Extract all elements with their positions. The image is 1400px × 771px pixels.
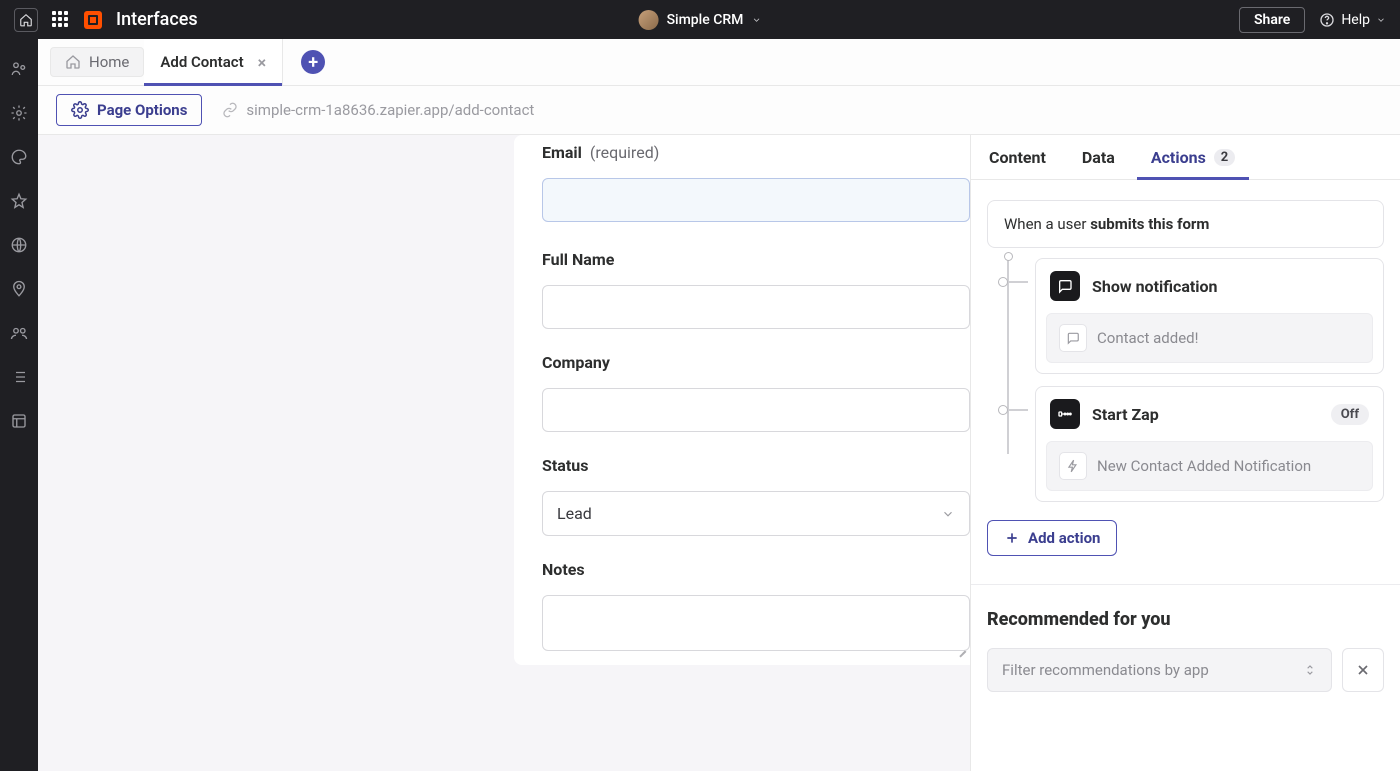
- action2-status-pill: Off: [1331, 404, 1369, 425]
- app-title: Interfaces: [116, 9, 198, 30]
- recommended-heading: Recommended for you: [987, 609, 1384, 630]
- company-label: Company: [542, 353, 610, 372]
- page-tabstrip: Home Add Contact × +: [38, 39, 1400, 86]
- filter-placeholder: Filter recommendations by app: [1002, 661, 1209, 679]
- project-selector[interactable]: Simple CRM: [639, 10, 762, 30]
- flow-line-icon: [1007, 258, 1009, 454]
- message-icon: [1059, 324, 1087, 352]
- email-input[interactable]: [542, 178, 970, 222]
- apps-grid-icon[interactable]: [52, 11, 70, 29]
- action-card-notification[interactable]: Show notification Contact added!: [1035, 258, 1384, 374]
- notes-textarea[interactable]: [542, 595, 970, 651]
- action2-detail-text: New Contact Added Notification: [1097, 457, 1311, 475]
- sort-icon: [1303, 663, 1317, 677]
- tab-add-contact[interactable]: Add Contact ×: [144, 39, 283, 85]
- bolt-icon: [1059, 452, 1087, 480]
- tab-active-label: Add Contact: [160, 53, 243, 71]
- action-card-start-zap[interactable]: Start Zap Off New Contact Added Notifica…: [1035, 386, 1384, 502]
- right-panel-tabs: Content Data Actions 2: [971, 135, 1400, 180]
- tab-close-icon[interactable]: ×: [258, 53, 267, 72]
- recommendations-filter[interactable]: Filter recommendations by app: [987, 648, 1332, 692]
- rail-globe-icon[interactable]: [9, 235, 29, 255]
- rail-gear-icon[interactable]: [9, 103, 29, 123]
- add-action-label: Add action: [1028, 529, 1100, 547]
- add-action-button[interactable]: Add action: [987, 520, 1117, 556]
- tab-home[interactable]: Home: [50, 47, 144, 77]
- share-button[interactable]: Share: [1239, 7, 1305, 33]
- rail-palette-icon[interactable]: [9, 147, 29, 167]
- chevron-down-icon: [941, 507, 955, 521]
- rp-tab-content[interactable]: Content: [989, 135, 1046, 179]
- side-rail: [0, 39, 38, 771]
- gear-icon: [71, 101, 89, 119]
- fullname-label: Full Name: [542, 250, 614, 269]
- chevron-down-icon: [751, 15, 761, 25]
- notification-icon: [1050, 271, 1080, 301]
- trigger-prefix: When a user: [1004, 215, 1090, 233]
- project-avatar-icon: [639, 10, 659, 30]
- rail-star-icon[interactable]: [9, 191, 29, 211]
- recommendations-close-button[interactable]: [1342, 648, 1384, 692]
- help-icon: [1319, 12, 1335, 28]
- rail-users-icon[interactable]: [9, 323, 29, 343]
- fullname-input[interactable]: [542, 285, 970, 329]
- action1-detail-text: Contact added!: [1097, 329, 1199, 347]
- close-icon: [1355, 662, 1371, 678]
- action1-detail-row: Contact added!: [1046, 313, 1373, 363]
- email-label: Email: [542, 143, 582, 162]
- rail-layout-icon[interactable]: [9, 411, 29, 431]
- status-value: Lead: [557, 504, 592, 523]
- page-options-button[interactable]: Page Options: [56, 94, 202, 126]
- home-icon: [65, 54, 81, 70]
- canvas[interactable]: Email (required) Full Name Company: [38, 135, 970, 771]
- project-name: Simple CRM: [667, 12, 744, 28]
- help-label: Help: [1341, 12, 1370, 28]
- status-label: Status: [542, 456, 588, 475]
- page-options-label: Page Options: [97, 101, 187, 119]
- page-options-row: Page Options simple-crm-1a8636.zapier.ap…: [38, 86, 1400, 135]
- chevron-down-icon: [1376, 15, 1386, 25]
- action2-title: Start Zap: [1092, 405, 1319, 424]
- rail-list-icon[interactable]: [9, 367, 29, 387]
- rail-pin-icon[interactable]: [9, 279, 29, 299]
- trigger-card[interactable]: When a user submits this form: [987, 200, 1384, 248]
- right-panel: Content Data Actions 2 When a user submi…: [970, 135, 1400, 771]
- rp-tab-actions[interactable]: Actions 2: [1151, 135, 1235, 179]
- action2-detail-row: New Contact Added Notification: [1046, 441, 1373, 491]
- top-bar: Interfaces Simple CRM Share Help: [0, 0, 1400, 39]
- link-icon: [222, 102, 238, 118]
- trigger-action: submits this form: [1090, 215, 1209, 233]
- status-select[interactable]: Lead: [542, 491, 970, 536]
- rail-icon-1[interactable]: [9, 59, 29, 79]
- divider: [971, 584, 1400, 585]
- add-tab-button[interactable]: +: [301, 50, 325, 74]
- rp-tab-data[interactable]: Data: [1082, 135, 1115, 179]
- company-input[interactable]: [542, 388, 970, 432]
- plus-icon: [1004, 530, 1020, 546]
- home-nav-button[interactable]: [14, 8, 38, 32]
- actions-count-badge: 2: [1214, 149, 1235, 166]
- help-button[interactable]: Help: [1319, 12, 1386, 28]
- zap-flow-icon: [1050, 399, 1080, 429]
- email-required-hint: (required): [590, 143, 659, 162]
- notes-label: Notes: [542, 560, 585, 579]
- action1-title: Show notification: [1092, 277, 1369, 296]
- tab-home-label: Home: [89, 53, 129, 71]
- rp-tab-actions-label: Actions: [1151, 148, 1206, 167]
- page-url-text: simple-crm-1a8636.zapier.app/add-contact: [246, 101, 534, 119]
- form-card: Email (required) Full Name Company: [514, 135, 970, 665]
- page-url[interactable]: simple-crm-1a8636.zapier.app/add-contact: [222, 101, 534, 119]
- textarea-resize-icon[interactable]: [954, 639, 966, 651]
- brand-logo-icon: [84, 11, 102, 29]
